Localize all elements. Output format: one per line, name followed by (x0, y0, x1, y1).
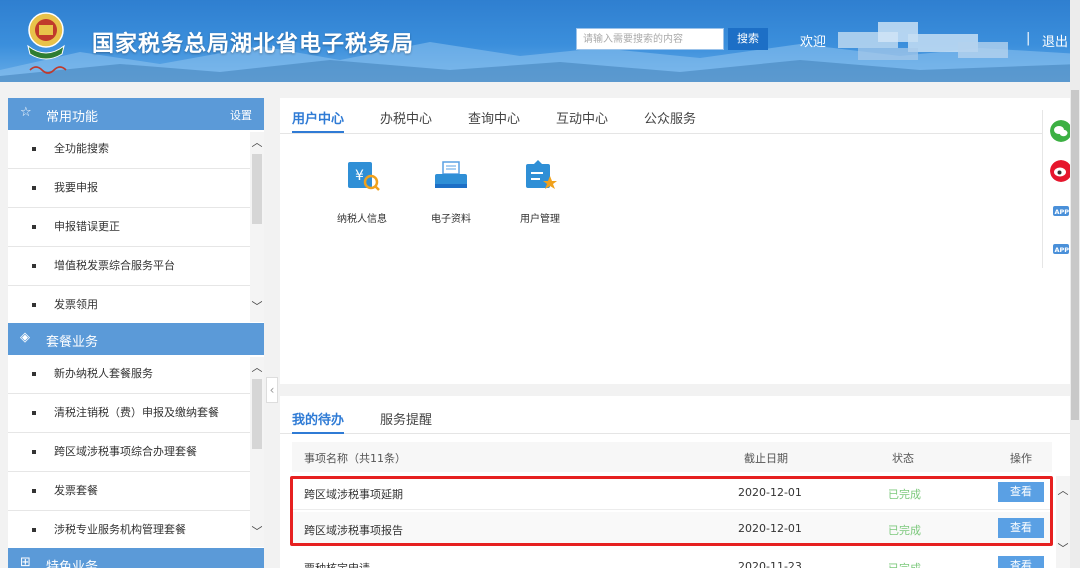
bullet-icon (32, 303, 36, 307)
sidebar-item-deregistration[interactable]: 清税注销税（费）申报及缴纳套餐 (8, 394, 264, 433)
bullet-icon (32, 489, 36, 493)
tab-tax-center[interactable]: 办税中心 (380, 108, 432, 127)
sidebar-section-package[interactable]: ◈ 套餐业务 (8, 323, 264, 355)
sidebar-item-full-search[interactable]: 全功能搜索 (8, 130, 264, 169)
package-list-scrollbar[interactable]: ︿ ﹀ (250, 357, 264, 547)
bullet-icon (32, 264, 36, 268)
active-tab-indicator (292, 432, 344, 434)
main-tabs: 用户中心 办税中心 查询中心 互动中心 公众服务 (280, 98, 1070, 134)
search-button[interactable]: 搜索 (728, 28, 768, 50)
tab-service-reminder[interactable]: 服务提醒 (380, 409, 432, 428)
app-icon[interactable]: APP (1050, 238, 1072, 260)
row-name: 票种核定申请 (304, 560, 370, 568)
grid-icon: ⊞ (20, 555, 31, 568)
user-center-panel: 用户中心 办税中心 查询中心 互动中心 公众服务 ¥ 纳税人信息 电子资料 用户… (280, 98, 1070, 384)
todo-scrollbar[interactable]: ︿ ﹀ (1056, 476, 1070, 568)
col-status: 状态 (892, 452, 914, 465)
weibo-icon[interactable] (1050, 160, 1072, 182)
logout-link[interactable]: 退出 (1042, 31, 1068, 50)
common-list: 全功能搜索 我要申报 申报错误更正 增值税发票综合服务平台 发票领用 (8, 130, 264, 325)
bullet-icon (32, 186, 36, 190)
bullet-icon (32, 372, 36, 376)
svg-text:APP: APP (1055, 246, 1070, 254)
red-highlight-box (290, 476, 1053, 546)
section-title: 套餐业务 (46, 335, 99, 350)
sidebar-item-invoice-package[interactable]: 发票套餐 (8, 472, 264, 511)
sidebar-item-invoice-claim[interactable]: 发票领用 (8, 286, 264, 325)
scroll-thumb[interactable] (1071, 90, 1079, 420)
sidebar: ☆ 常用功能 设置 全功能搜索 我要申报 申报错误更正 增值税发票综合服务平台 … (8, 98, 264, 568)
svg-text:¥: ¥ (355, 168, 364, 184)
layers-icon: ◈ (20, 330, 30, 345)
sidebar-item-correction[interactable]: 申报错误更正 (8, 208, 264, 247)
bullet-icon (32, 411, 36, 415)
sidebar-section-special[interactable]: ⊞ 特色业务 (8, 548, 264, 568)
tile-taxpayer-info[interactable]: ¥ 纳税人信息 (322, 158, 402, 225)
package-list: 新办纳税人套餐服务 清税注销税（费）申报及缴纳套餐 跨区域涉税事项综合办理套餐 … (8, 355, 264, 550)
logo-caption-mark (29, 66, 67, 74)
chevron-down-icon[interactable]: ﹀ (250, 525, 264, 539)
site-title: 国家税务总局湖北省电子税务局 (92, 32, 415, 57)
col-name: 事项名称（共11条） (304, 452, 406, 465)
sidebar-item-new-taxpayer[interactable]: 新办纳税人套餐服务 (8, 355, 264, 394)
section-title: 特色业务 (46, 560, 99, 568)
todo-tabs: 我的待办 服务提醒 (280, 396, 1070, 434)
electronic-docs-icon (435, 161, 467, 188)
site-header: 国家税务总局湖北省电子税务局 搜索 欢迎 | 退出 (0, 0, 1080, 82)
star-icon: ☆ (20, 105, 32, 120)
col-action: 操作 (1010, 452, 1032, 465)
scroll-thumb[interactable] (252, 379, 262, 449)
bullet-icon (32, 528, 36, 532)
bullet-icon (32, 147, 36, 151)
tab-public-service[interactable]: 公众服务 (644, 108, 696, 127)
active-tab-indicator (292, 131, 344, 133)
blurred-username (838, 22, 1008, 60)
chevron-up-icon[interactable]: ︿ (250, 361, 264, 375)
tab-user-center[interactable]: 用户中心 (292, 108, 344, 127)
sidebar-item-vat-platform[interactable]: 增值税发票综合服务平台 (8, 247, 264, 286)
search-input[interactable] (576, 28, 724, 50)
chevron-up-icon[interactable]: ︿ (250, 136, 264, 150)
sidebar-section-common[interactable]: ☆ 常用功能 设置 (8, 98, 264, 130)
tile-user-management[interactable]: 用户管理 (500, 158, 580, 225)
tile-electronic-docs[interactable]: 电子资料 (411, 158, 491, 225)
bullet-icon (32, 450, 36, 454)
logout-separator: | (1026, 31, 1031, 46)
scroll-thumb[interactable] (252, 154, 262, 224)
sidebar-item-agency-package[interactable]: 涉税专业服务机构管理套餐 (8, 511, 264, 550)
svg-text:APP: APP (1055, 208, 1070, 216)
tab-my-todo[interactable]: 我的待办 (292, 409, 344, 428)
tab-interaction-center[interactable]: 互动中心 (556, 108, 608, 127)
tax-emblem-logo (27, 12, 65, 60)
todo-table-header: 事项名称（共11条） 截止日期 状态 操作 (292, 442, 1052, 472)
taxpayer-info-icon: ¥ (348, 162, 380, 191)
settings-link[interactable]: 设置 (230, 107, 252, 123)
user-manage-icon (526, 160, 557, 189)
chevron-down-icon[interactable]: ﹀ (1056, 540, 1070, 556)
chevron-up-icon[interactable]: ︿ (1056, 482, 1070, 498)
sidebar-item-declare[interactable]: 我要申报 (8, 169, 264, 208)
status-badge: 已完成 (888, 560, 921, 568)
sidebar-collapse-handle[interactable]: ‹ (266, 377, 278, 403)
sidebar-item-cross-region[interactable]: 跨区域涉税事项综合办理套餐 (8, 433, 264, 472)
welcome-text: 欢迎 (800, 35, 827, 50)
common-list-scrollbar[interactable]: ︿ ﹀ (250, 132, 264, 322)
section-title: 常用功能 (46, 110, 99, 125)
tab-query-center[interactable]: 查询中心 (468, 108, 520, 127)
chevron-down-icon[interactable]: ﹀ (250, 300, 264, 314)
bullet-icon (32, 225, 36, 229)
row-deadline: 2020-11-23 (738, 560, 802, 568)
wechat-icon[interactable] (1050, 120, 1072, 142)
table-row[interactable]: 票种核定申请 2020-11-23 已完成 查看 (292, 550, 1052, 568)
page-scrollbar[interactable] (1070, 0, 1080, 568)
view-button[interactable]: 查看 (998, 556, 1044, 568)
col-deadline: 截止日期 (744, 452, 788, 465)
app-icon[interactable]: APP (1050, 200, 1072, 222)
